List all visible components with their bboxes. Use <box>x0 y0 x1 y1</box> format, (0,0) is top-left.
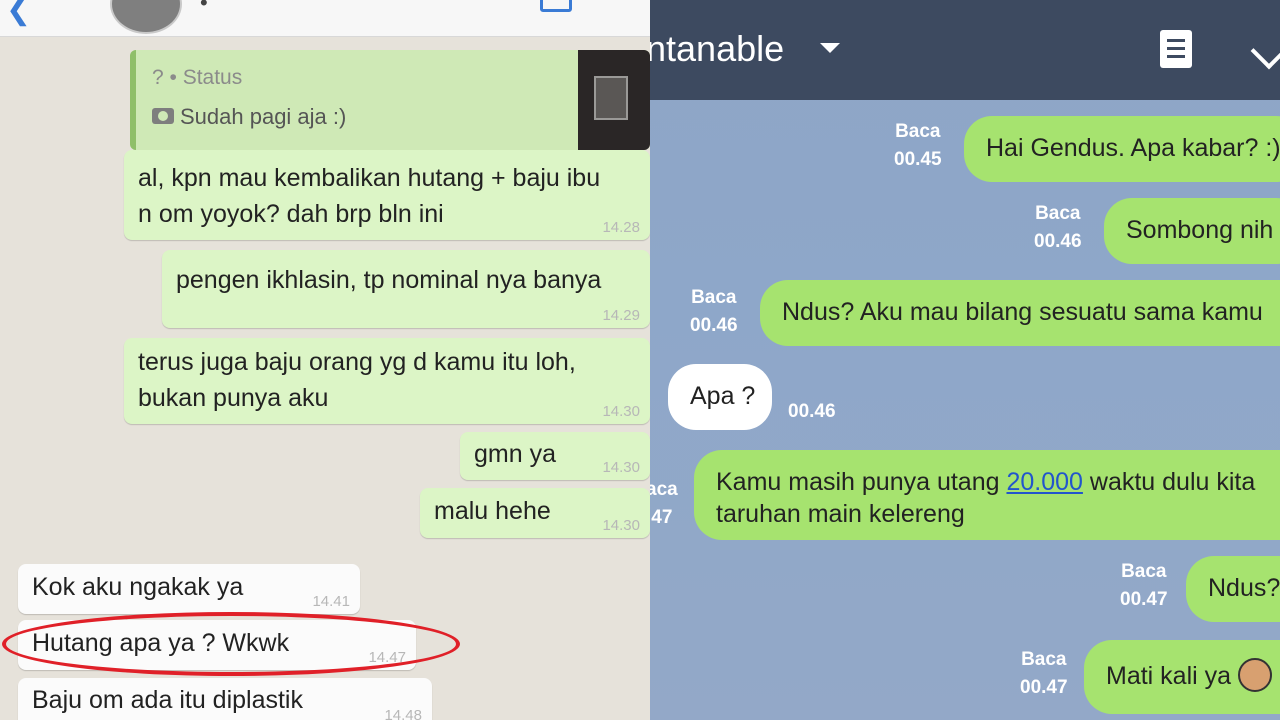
message-time: 14.29 <box>602 307 640 324</box>
status-thumbnail[interactable] <box>578 50 650 150</box>
read-status: Baca <box>1021 649 1067 670</box>
message-text: Sombong nih <box>1126 216 1274 244</box>
message-text-part: waktu dulu kita <box>1082 468 1256 496</box>
chat-header: ❮ • <box>0 0 650 37</box>
message-text: al, kpn mau kembalikan hutang + baju ibu… <box>138 164 601 228</box>
message-bubble[interactable]: Kamu masih punya utang 20.000 waktu dulu… <box>694 450 1280 540</box>
message-bubble[interactable]: pengen ikhlasin, tp nominal nya banya 14… <box>162 250 650 328</box>
notes-icon[interactable] <box>1160 30 1192 68</box>
chat-title[interactable]: ntanable <box>650 28 784 70</box>
message-text: terus juga baju orang yg d kamu itu loh,… <box>138 348 576 412</box>
message-time: 14.30 <box>602 517 640 534</box>
quoted-status-reply[interactable]: ? • Status Sudah pagi aja :) <box>130 50 650 150</box>
message-text-line2: taruhan main kelereng <box>716 500 965 528</box>
message-text: Baju om ada itu diplastik <box>32 686 303 714</box>
message-time: 14.48 <box>384 707 422 720</box>
message-text: Apa ? <box>690 382 756 410</box>
read-receipt: aca .47 <box>650 476 678 532</box>
message-text-main: Mati kali ya <box>1106 662 1232 690</box>
message-text: pengen ikhlasin, tp nominal nya banya <box>176 266 602 294</box>
chat-header: ntanable <box>650 0 1280 100</box>
quote-accent-bar <box>130 50 136 150</box>
message-bubble[interactable]: Kok aku ngakak ya 14.41 <box>18 564 360 614</box>
back-arrow-icon[interactable]: ❮ <box>6 0 31 27</box>
message-time: 00.47 <box>1120 589 1168 610</box>
message-text: Ndus? Aku mau bilang sesuatu sama kamu <box>782 298 1263 326</box>
read-receipt: Baca 00.47 <box>1120 558 1168 614</box>
message-time: .47 <box>650 507 673 528</box>
message-bubble[interactable]: Ndus? Aku mau bilang sesuatu sama kamu <box>760 280 1280 346</box>
message-time: 00.46 <box>1034 231 1082 252</box>
message-time: 00.47 <box>1020 677 1068 698</box>
read-receipt: Baca 00.45 <box>894 118 942 174</box>
message-text: malu hehe <box>434 497 551 525</box>
dropdown-caret-icon[interactable] <box>820 43 840 53</box>
read-receipt: Baca 00.47 <box>1020 646 1068 702</box>
message-bubble[interactable]: Hai Gendus. Apa kabar? :) <box>964 116 1280 182</box>
message-time: 00.46 <box>690 315 738 336</box>
quote-status-label: ? • Status <box>152 66 243 89</box>
read-status: Baca <box>895 121 941 142</box>
message-text: Kamu masih punya utang 20.000 waktu dulu… <box>716 466 1255 530</box>
red-circle-highlight <box>2 612 460 676</box>
video-call-icon[interactable] <box>540 0 572 12</box>
message-text: Hai Gendus. Apa kabar? :) <box>986 134 1280 162</box>
chevron-down-icon[interactable] <box>1250 32 1280 70</box>
message-bubble[interactable]: Mati kali ya <box>1084 640 1280 714</box>
message-text-part: Kamu masih punya utang <box>716 468 1007 496</box>
message-text: Kok aku ngakak ya <box>32 573 244 601</box>
message-time: 14.30 <box>602 403 640 420</box>
message-bubble[interactable]: Ndus? <box>1186 556 1280 622</box>
line-chat-pane: ntanable Baca 00.45 Hai Gendus. Apa kaba… <box>650 0 1280 720</box>
face-emoji-icon <box>1238 658 1272 693</box>
contact-avatar[interactable] <box>110 0 182 34</box>
message-time: 00.45 <box>894 149 942 170</box>
message-time: 14.41 <box>312 593 350 610</box>
read-status: Baca <box>1121 561 1167 582</box>
camera-icon <box>152 108 174 124</box>
message-text: Mati kali ya <box>1106 658 1272 694</box>
message-time: 14.30 <box>602 459 640 476</box>
message-bubble[interactable]: Sombong nih <box>1104 198 1280 264</box>
message-bubble[interactable]: gmn ya 14.30 <box>460 432 650 480</box>
message-bubble[interactable]: al, kpn mau kembalikan hutang + baju ibu… <box>124 150 650 240</box>
contact-name-placeholder-icon: • <box>200 0 208 15</box>
message-bubble[interactable]: malu hehe 14.30 <box>420 488 650 538</box>
quote-status-text: Sudah pagi aja :) <box>180 104 347 129</box>
whatsapp-chat-pane: ❮ • ? • Status Sudah pagi aja :) al, kpn… <box>0 0 650 720</box>
read-status: aca <box>650 479 678 500</box>
message-time: 14.28 <box>602 219 640 236</box>
message-time: 00.46 <box>788 401 836 422</box>
message-bubble[interactable]: Apa ? <box>668 364 772 430</box>
read-receipt: Baca 00.46 <box>690 284 738 340</box>
read-status: Baca <box>691 287 737 308</box>
message-text: Ndus? <box>1208 574 1280 602</box>
message-text: gmn ya <box>474 440 556 468</box>
read-status: Baca <box>1035 203 1081 224</box>
message-bubble[interactable]: terus juga baju orang yg d kamu itu loh,… <box>124 338 650 424</box>
amount-link[interactable]: 20.000 <box>1006 468 1082 496</box>
message-bubble[interactable]: Baju om ada itu diplastik 14.48 <box>18 678 432 720</box>
read-receipt: Baca 00.46 <box>1034 200 1082 256</box>
